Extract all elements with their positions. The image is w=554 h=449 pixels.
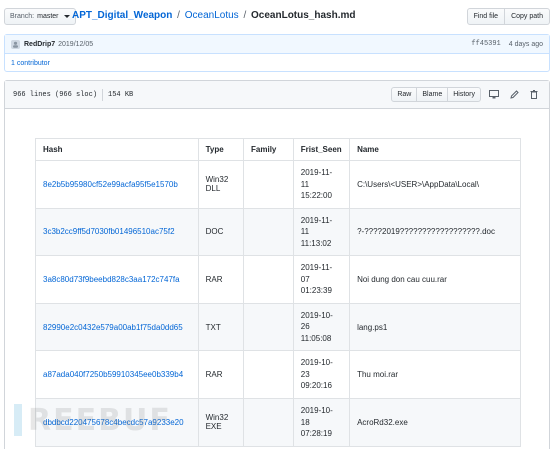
pencil-icon[interactable] [507, 88, 521, 102]
first-seen-date: 2019-11- [300, 168, 333, 178]
table-header-row: Hash Type Family Frist_Seen Name [35, 138, 521, 161]
table-row: 3a8c80d73f9beebd828c3aa172c747fa RAR 201… [35, 255, 521, 304]
header-family: Family [243, 138, 294, 161]
name-cell: lang.ps1 [349, 302, 521, 352]
branch-label: Branch: [10, 13, 35, 20]
name-cell: C:\Users\<USER>\AppData\Local\ [349, 160, 521, 209]
commit-sha-link[interactable]: ff45391 [471, 40, 500, 48]
first-seen-day: 26 [300, 322, 310, 332]
file-container: 966 lines (966 sloc) 154 KB Raw Blame Hi… [4, 80, 550, 449]
hash-link[interactable]: 82990e2c0432e579a00ab1f75da0dd65 [35, 302, 199, 352]
user-icon [13, 41, 18, 48]
branch-name: master [37, 13, 59, 20]
header-first-seen: Frist_Seen [292, 138, 351, 161]
family-cell [243, 302, 294, 352]
first-seen-day: 11 [300, 227, 310, 237]
copy-path-button[interactable]: Copy path [505, 8, 550, 25]
commit-header: RedDrip7 2019/12/05 ff45391 4 days ago [5, 35, 549, 54]
hash-link[interactable]: a87ada040f7250b59910345ee0b339b4 [35, 350, 199, 399]
first-seen-time: 15:22:00 [300, 191, 332, 201]
first-seen-date: 2019-10- [300, 406, 333, 416]
header-hash: Hash [35, 138, 199, 161]
blame-button[interactable]: Blame [416, 87, 449, 102]
hash-link[interactable]: 3c3b2cc9ff5d7030fb01496510ac75f2 [35, 207, 199, 257]
first-seen-day: 18 [300, 417, 310, 427]
type-cell: TXT [197, 302, 245, 352]
type-cell: Win32 DLL [197, 160, 245, 209]
first-seen-cell: 2019-10- 26 11:05:08 [292, 302, 351, 352]
avatar[interactable] [11, 39, 20, 49]
header-name: Name [349, 138, 521, 161]
family-cell [243, 255, 294, 304]
type-cell: DOC [197, 207, 245, 257]
file-header: 966 lines (966 sloc) 154 KB Raw Blame Hi… [5, 81, 549, 109]
first-seen-day: 23 [300, 369, 310, 379]
commit-tease: RedDrip7 2019/12/05 ff45391 4 days ago 1… [4, 34, 550, 72]
first-seen-date: 2019-10- [300, 310, 333, 320]
first-seen-date: 2019-10- [300, 358, 333, 368]
find-file-button[interactable]: Find file [466, 8, 506, 25]
file-size: 154 KB [108, 90, 134, 99]
name-cell: ?-????2019??????????????????.doc [349, 207, 521, 257]
name-cell: Thu moi.rar [349, 350, 521, 399]
trash-icon[interactable] [527, 88, 541, 102]
commit-relative-time: 4 days ago [508, 40, 543, 48]
first-seen-time: 09:20:16 [300, 381, 332, 391]
breadcrumb-separator: / [243, 10, 247, 21]
first-seen-date: 2019-11- [300, 263, 333, 273]
family-cell [243, 397, 294, 447]
freebuf-watermark: REEBUF [14, 400, 172, 440]
file-navigation: Branch: master APT_Digital_Weapon / Ocea… [4, 8, 550, 26]
breadcrumb-file-name: OceanLotus_hash.md [251, 10, 356, 21]
first-seen-cell: 2019-10- 23 09:20:16 [292, 350, 351, 399]
family-cell [243, 160, 294, 209]
commit-author-link[interactable]: RedDrip7 [24, 41, 55, 48]
type-cell: RAR [197, 255, 245, 304]
name-cell: Noi dung don cau cuu.rar [349, 255, 521, 304]
watermark-bar [14, 404, 22, 436]
raw-button[interactable]: Raw [391, 87, 418, 102]
first-seen-cell: 2019-11- 11 11:13:02 [292, 207, 351, 257]
first-seen-cell: 2019-10- 18 07:28:19 [292, 397, 351, 447]
first-seen-cell: 2019-11- 11 15:22:00 [292, 160, 351, 209]
chevron-down-icon [63, 15, 70, 18]
header-type: Type [197, 138, 245, 161]
table-row: a87ada040f7250b59910345ee0b339b4 RAR 201… [35, 350, 521, 399]
family-cell [243, 207, 294, 257]
breadcrumb: APT_Digital_Weapon / OceanLotus / OceanL… [72, 10, 355, 21]
first-seen-time: 07:28:19 [300, 429, 332, 439]
first-seen-cell: 2019-11- 07 01:23:39 [292, 255, 351, 304]
contributors-link[interactable]: 1 contributor [5, 54, 549, 72]
file-info-divider [102, 88, 104, 101]
breadcrumb-separator: / [177, 10, 180, 21]
first-seen-day: 11 [300, 179, 310, 189]
table-row: 3c3b2cc9ff5d7030fb01496510ac75f2 DOC 201… [35, 207, 521, 257]
first-seen-date: 2019-11- [300, 215, 333, 225]
name-cell: AcroRd32.exe [349, 397, 521, 447]
file-actions: Raw Blame History [391, 87, 541, 102]
branch-select-button[interactable]: Branch: master [4, 8, 76, 25]
watermark-text: REEBUF [28, 402, 172, 438]
commit-date: 2019/12/05 [58, 40, 94, 48]
table-row: 8e2b5b95980cf52e99acfa95f5e1570b Win32 D… [35, 160, 521, 209]
hash-link[interactable]: 8e2b5b95980cf52e99acfa95f5e1570b [35, 160, 199, 209]
desktop-icon[interactable] [487, 88, 501, 102]
type-cell: RAR [197, 350, 245, 399]
breadcrumb-dir-link[interactable]: OceanLotus [185, 10, 239, 21]
hash-link[interactable]: 3a8c80d73f9beebd828c3aa172c747fa [35, 255, 199, 304]
file-nav-buttons: Find file Copy path [466, 8, 550, 25]
breadcrumb-repo-link[interactable]: APT_Digital_Weapon [72, 10, 172, 21]
first-seen-time: 11:05:08 [300, 333, 332, 343]
first-seen-day: 07 [300, 274, 310, 284]
file-line-count: 966 lines (966 sloc) [13, 90, 98, 99]
first-seen-time: 11:13:02 [300, 238, 332, 248]
type-cell: Win32 EXE [197, 397, 245, 447]
family-cell [243, 350, 294, 399]
first-seen-time: 01:23:39 [300, 286, 332, 296]
history-button[interactable]: History [447, 87, 481, 102]
table-row: 82990e2c0432e579a00ab1f75da0dd65 TXT 201… [35, 302, 521, 352]
